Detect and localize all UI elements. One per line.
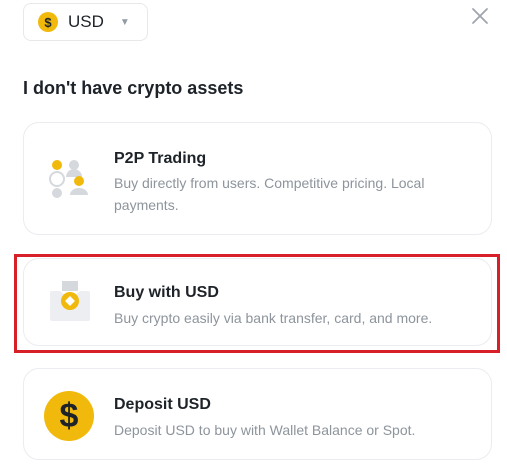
section-title: I don't have crypto assets bbox=[23, 78, 244, 98]
deposit-usd-option[interactable]: $ Deposit USD Deposit USD to buy with Wa… bbox=[23, 368, 492, 460]
dollar-coin-icon: $ bbox=[38, 12, 58, 32]
close-icon[interactable] bbox=[468, 4, 492, 28]
option-title: Deposit USD bbox=[114, 396, 211, 413]
option-description: Buy crypto easily via bank transfer, car… bbox=[114, 310, 433, 326]
caret-down-icon: ▼ bbox=[119, 16, 130, 28]
currency-selector[interactable]: $ USD ▼ bbox=[23, 3, 148, 41]
bank-transfer-icon bbox=[48, 277, 92, 330]
currency-label: USD bbox=[68, 12, 104, 31]
option-title: Buy with USD bbox=[114, 284, 219, 301]
option-description: Buy directly from users. Competitive pri… bbox=[114, 175, 425, 213]
p2p-users-icon bbox=[48, 157, 92, 206]
buy-with-usd-option[interactable]: Buy with USD Buy crypto easily via bank … bbox=[23, 258, 492, 346]
p2p-trading-option[interactable]: P2P Trading Buy directly from users. Com… bbox=[23, 122, 492, 235]
option-title: P2P Trading bbox=[114, 150, 207, 167]
option-description: Deposit USD to buy with Wallet Balance o… bbox=[114, 422, 416, 438]
dollar-coin-icon: $ bbox=[44, 391, 94, 441]
